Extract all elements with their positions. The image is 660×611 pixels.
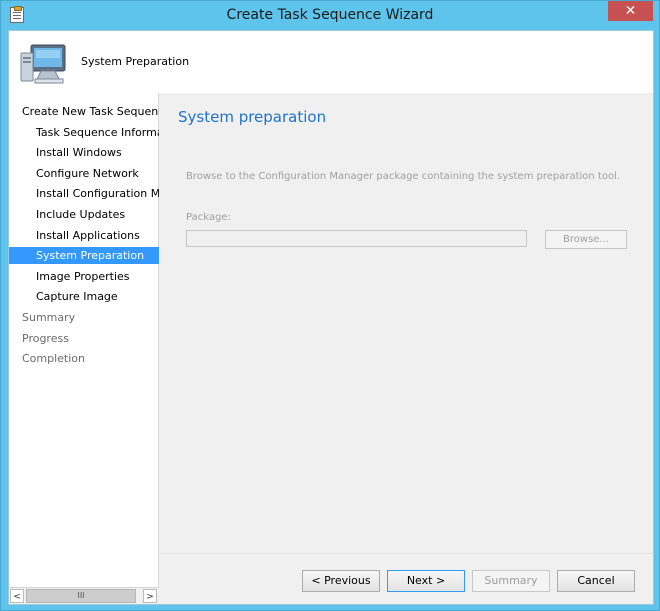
scroll-thumb[interactable]: III [26, 589, 136, 603]
nav-item-system-preparation[interactable]: System Preparation [9, 247, 159, 264]
package-label: Package: [186, 212, 231, 223]
banner-title: System Preparation [81, 55, 190, 68]
nav-item-configure-network[interactable]: Configure Network [9, 165, 159, 182]
nav-item-install-configuration-manager[interactable]: Install Configuration Manager [9, 185, 159, 202]
previous-button[interactable]: < Previous [302, 570, 380, 592]
computer-icon [20, 44, 66, 84]
nav-item-progress[interactable]: Progress [9, 330, 159, 347]
wizard-client-area: System Preparation Create New Task Seque… [8, 30, 654, 605]
nav-horizontal-scrollbar[interactable]: < III > [9, 587, 159, 604]
next-button[interactable]: Next > [387, 570, 465, 592]
nav-item-install-applications[interactable]: Install Applications [9, 227, 159, 244]
nav-item-image-properties[interactable]: Image Properties [9, 268, 159, 285]
nav-item-create-new-task-sequence[interactable]: Create New Task Sequence [9, 103, 159, 120]
nav-item-task-sequence-information[interactable]: Task Sequence Information [9, 124, 159, 141]
title-bar[interactable]: Create Task Sequence Wizard ✕ [1, 1, 659, 30]
scroll-left-arrow-icon[interactable]: < [10, 589, 24, 603]
window-title: Create Task Sequence Wizard [226, 7, 434, 23]
wizard-steps-nav: Create New Task Sequence Task Sequence I… [9, 93, 159, 604]
nav-item-capture-image[interactable]: Capture Image [9, 288, 159, 305]
package-field[interactable] [186, 230, 527, 247]
nav-item-summary[interactable]: Summary [9, 309, 159, 326]
nav-item-install-windows[interactable]: Install Windows [9, 144, 159, 161]
button-bar-divider [160, 553, 653, 554]
wizard-page-content: System preparation Browse to the Configu… [160, 93, 653, 553]
scroll-right-arrow-icon[interactable]: > [143, 589, 157, 603]
nav-item-include-updates[interactable]: Include Updates [9, 206, 159, 223]
nav-item-completion[interactable]: Completion [9, 350, 159, 367]
wizard-window: Create Task Sequence Wizard ✕ System Pre… [0, 0, 660, 611]
page-description: Browse to the Configuration Manager pack… [186, 171, 621, 182]
close-button[interactable]: ✕ [608, 1, 653, 21]
browse-button[interactable]: Browse... [545, 230, 627, 249]
cancel-button[interactable]: Cancel [557, 570, 635, 592]
summary-button[interactable]: Summary [472, 570, 550, 592]
page-heading: System preparation [178, 108, 327, 126]
header-banner: System Preparation [9, 31, 653, 93]
